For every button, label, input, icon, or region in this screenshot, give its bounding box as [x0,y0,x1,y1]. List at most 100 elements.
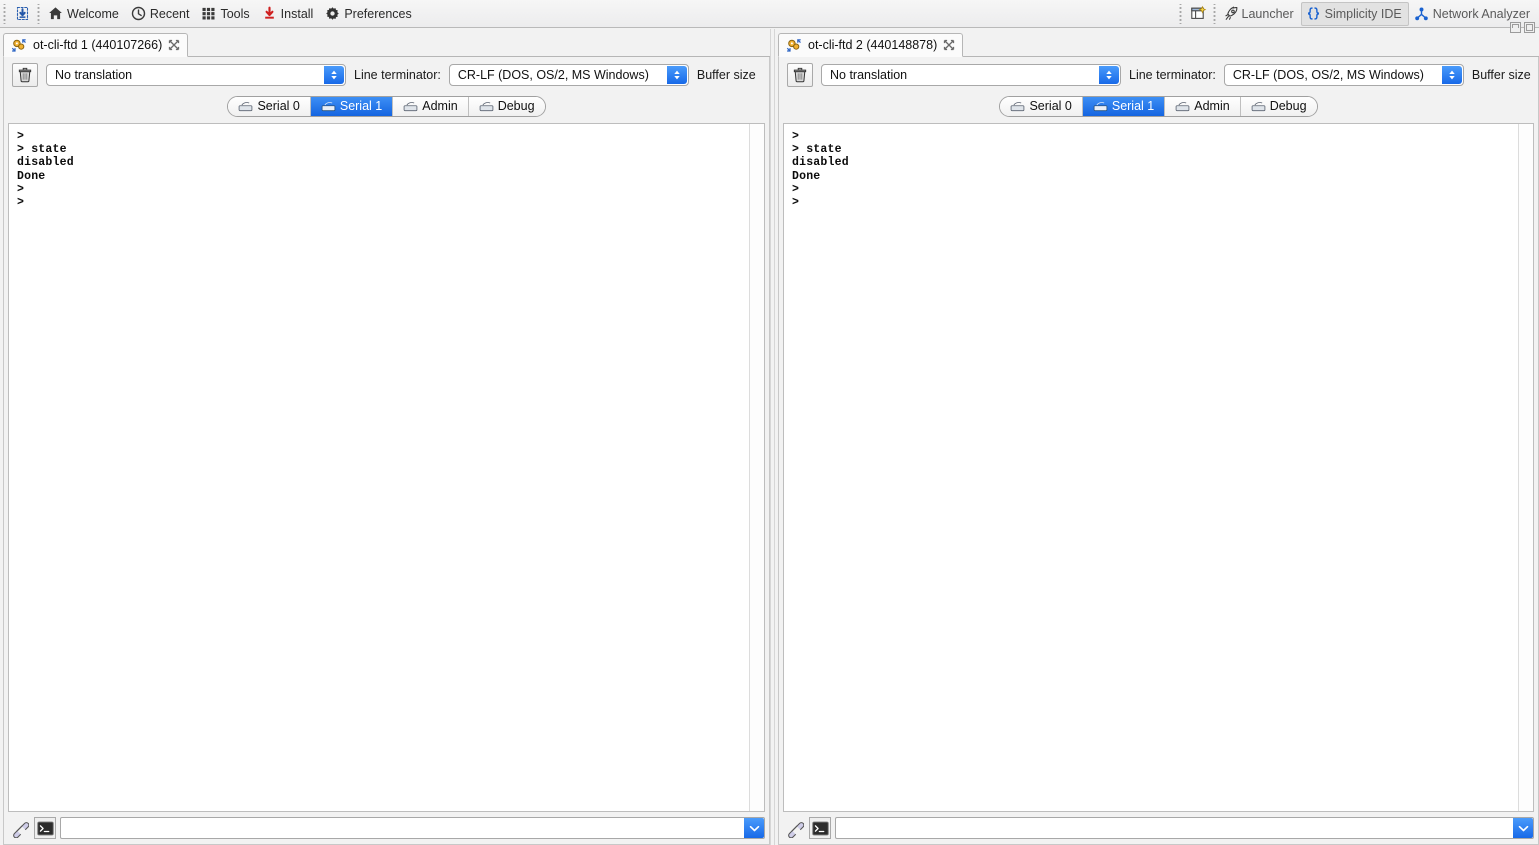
line-terminator-combo-left[interactable]: CR-LF (DOS, OS/2, MS Windows) [448,64,689,86]
command-input-wrap-right [835,817,1534,839]
grid-icon [201,6,216,21]
toolbar-item-preferences[interactable]: Preferences [320,2,418,26]
console-body-left: No translation Line terminator: CR-LF (D… [3,57,770,845]
serial-tab-label: Debug [497,99,535,113]
keyboard-icon [1251,101,1266,112]
open-perspective-button[interactable] [1185,2,1212,26]
chevron-down-icon[interactable] [744,818,764,838]
toolbar-item-install[interactable]: Install [257,2,321,26]
perspective-switcher-handle[interactable] [1211,3,1219,24]
trash-icon [792,67,808,83]
terminal-scrollbar-right[interactable] [1518,124,1533,811]
line-terminator-label-right: Line terminator: [1129,68,1216,82]
editor-tab-left[interactable]: ot-cli-ftd 1 (440107266) [3,33,189,57]
home-icon [48,6,63,21]
editor-tab-right[interactable]: ot-cli-ftd 2 (440148878) [778,33,964,57]
toolbar-label-recent: Recent [149,6,190,21]
editor-tab-title-right: ot-cli-ftd 2 (440148878) [808,38,938,52]
settings-row-left: No translation Line terminator: CR-LF (D… [8,62,765,88]
toolbar-label-install: Install [280,6,314,21]
minimize-button[interactable] [1510,22,1521,33]
terminal-output-right[interactable]: > > state disabled Done > > [784,124,1518,811]
editor-tabbar-left: ot-cli-ftd 1 (440107266) [3,32,770,57]
serial-tab-admin-left[interactable]: Admin [393,96,469,116]
line-terminator-combo-right[interactable]: CR-LF (DOS, OS/2, MS Windows) [1223,64,1464,86]
keyboard-icon [238,101,253,112]
translation-combo-left[interactable]: No translation [46,64,346,86]
connection-icon[interactable] [783,817,805,839]
serial-tabs-right: Serial 0 Serial 1 Admin Debug [783,94,1534,118]
console-body-right: No translation Line terminator: CR-LF (D… [778,57,1539,845]
serial-tab-label: Admin [1194,99,1230,113]
serial-tab-label: Debug [1269,99,1307,113]
translation-value-right: No translation [830,68,908,82]
chevron-updown-icon [666,66,687,84]
window-controls [1510,22,1535,33]
chevron-updown-icon [1441,66,1462,84]
serial-tabs-left: Serial 0 Serial 1 Admin Debug [8,94,765,118]
command-row-left [8,812,765,840]
serial-console-icon [11,38,27,53]
serial-tab-serial0-right[interactable]: Serial 0 [1000,96,1083,116]
toolbar-item-recent[interactable]: Recent [126,2,197,26]
perspective-launcher[interactable]: Launcher [1219,2,1301,26]
keyboard-icon [1093,101,1108,112]
trash-icon [17,67,33,83]
clear-console-button-right[interactable] [787,63,813,87]
command-input-wrap-left [60,817,765,839]
serial-tab-serial1-left[interactable]: Serial 1 [310,96,394,116]
braces-icon [1306,6,1321,21]
new-perspective-icon [1190,5,1207,22]
editor-split-area: ot-cli-ftd 1 (440107266) No translation … [0,29,1539,845]
gear-icon [325,6,340,21]
perspective-simplicity-ide[interactable]: Simplicity IDE [1300,1,1409,26]
keyboard-icon [479,101,494,112]
command-row-right [783,812,1534,840]
console-icon[interactable] [34,817,56,839]
line-terminator-value-left: CR-LF (DOS, OS/2, MS Windows) [457,68,649,82]
translation-value-left: No translation [55,68,133,82]
maximize-button[interactable] [1524,22,1535,33]
perspective-bar-handle[interactable] [1177,3,1185,24]
command-input-left[interactable] [60,817,765,839]
connection-icon[interactable] [8,817,30,839]
download-icon [262,6,277,21]
chevron-updown-icon [324,66,344,84]
serial-console-icon [786,38,802,53]
serial-tab-debug-right[interactable]: Debug [1240,96,1317,116]
close-icon[interactable] [943,39,955,51]
serial-tab-serial0-left[interactable]: Serial 0 [228,96,311,116]
perspective-label-simplicity-ide: Simplicity IDE [1324,6,1402,21]
toolbar-label-welcome: Welcome [67,6,119,21]
line-terminator-label-left: Line terminator: [354,68,441,82]
launcher-icon [1224,6,1238,21]
clear-console-button-left[interactable] [12,63,38,87]
terminal-scrollbar-left[interactable] [749,124,764,811]
line-terminator-value-right: CR-LF (DOS, OS/2, MS Windows) [1232,68,1424,82]
serial-tab-debug-left[interactable]: Debug [468,96,545,116]
keyboard-icon [1175,101,1190,112]
perspective-label-launcher: Launcher [1241,6,1294,21]
flash-programmer-button[interactable] [9,2,36,26]
serial-tab-admin-right[interactable]: Admin [1165,96,1241,116]
serial-tab-serial1-right[interactable]: Serial 1 [1082,96,1166,116]
command-input-right[interactable] [835,817,1534,839]
toolbar-drag-handle[interactable] [2,3,9,24]
terminal-container-left: > > state disabled Done > > [8,123,765,812]
settings-row-right: No translation Line terminator: CR-LF (D… [783,62,1534,88]
network-analyzer-icon [1414,6,1429,21]
console-pane-left: ot-cli-ftd 1 (440107266) No translation … [0,29,770,845]
main-toolbar: Welcome Recent Tools Install Preferences… [0,0,1539,28]
close-icon[interactable] [168,39,180,51]
toolbar-item-tools[interactable]: Tools [196,2,256,26]
console-icon[interactable] [809,817,831,839]
terminal-output-left[interactable]: > > state disabled Done > > [9,124,749,811]
clock-icon [131,6,146,21]
chevron-down-icon[interactable] [1513,818,1533,838]
toolbar-item-welcome[interactable]: Welcome [43,2,126,26]
toolbar-section-handle[interactable] [36,3,43,24]
terminal-container-right: > > state disabled Done > > [783,123,1534,812]
translation-combo-right[interactable]: No translation [821,64,1121,86]
buffer-size-label-left: Buffer size [696,68,756,82]
chevron-updown-icon [1099,66,1119,84]
